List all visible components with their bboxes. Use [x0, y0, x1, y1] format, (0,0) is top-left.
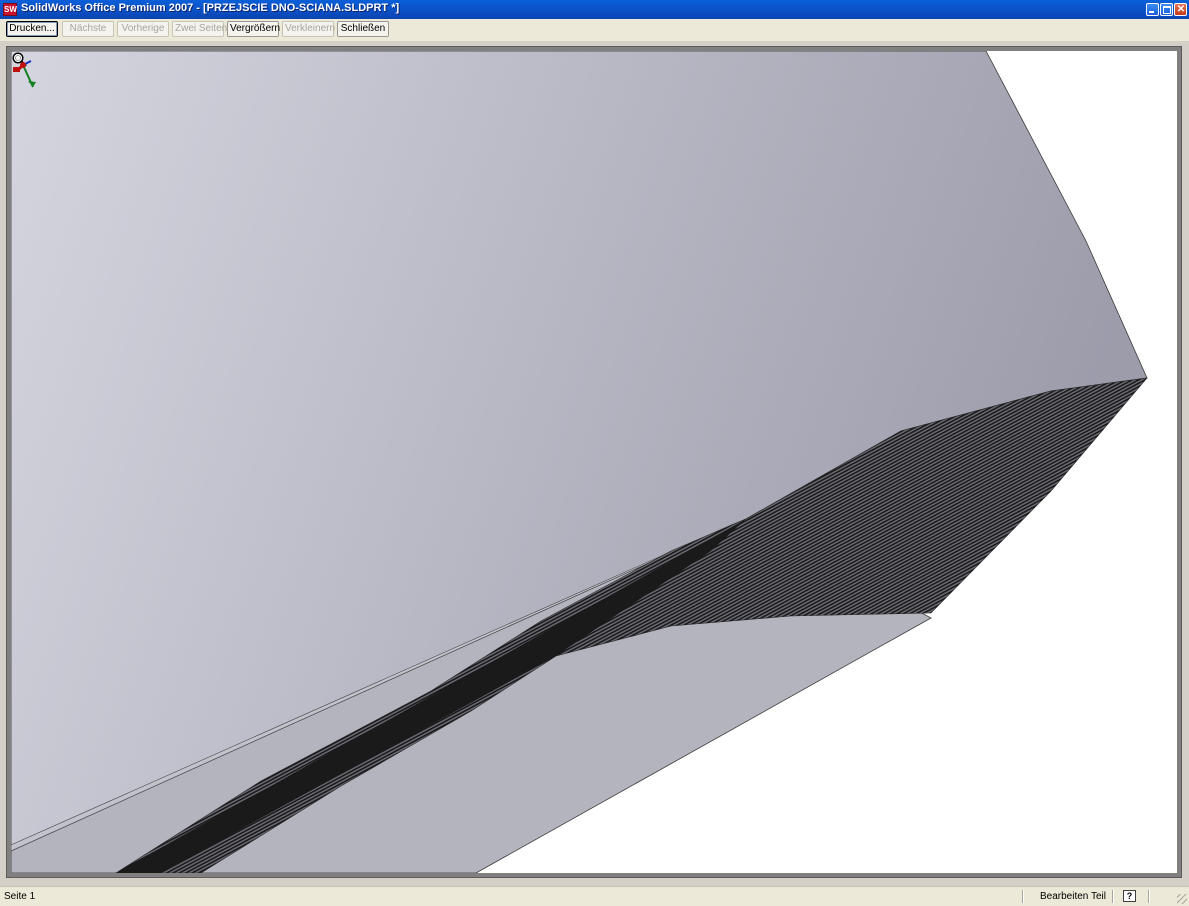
- maximize-button[interactable]: [1160, 3, 1173, 16]
- status-separator: [1022, 890, 1024, 903]
- previous-page-button[interactable]: Vorherige: [117, 21, 169, 37]
- coordinate-triad-icon: [13, 60, 36, 88]
- zoom-in-button[interactable]: Vergrößern: [227, 21, 280, 37]
- page-indicator: Seite 1: [4, 891, 36, 902]
- close-preview-button[interactable]: Schließen: [337, 21, 389, 37]
- print-button[interactable]: Drucken...: [6, 21, 58, 37]
- resize-grip[interactable]: [1177, 894, 1187, 904]
- minimize-icon: [1149, 11, 1154, 13]
- help-icon[interactable]: ?: [1123, 890, 1136, 902]
- zoom-out-button[interactable]: Verkleinern: [282, 21, 335, 37]
- two-pages-button[interactable]: Zwei Seiten: [172, 21, 227, 37]
- close-window-button[interactable]: ✕: [1174, 3, 1187, 16]
- maximize-icon: [1163, 6, 1171, 14]
- print-preview-toolbar: Drucken... Nächste Vorherige Zwei Seiten…: [0, 19, 1189, 41]
- edit-mode-indicator: Bearbeiten Teil: [1040, 891, 1106, 902]
- preview-page[interactable]: [11, 51, 1177, 873]
- close-icon: ✕: [1176, 4, 1186, 15]
- part-render: [11, 51, 1148, 873]
- window-title: SolidWorks Office Premium 2007 - [PRZEJS…: [21, 2, 400, 14]
- minimize-button[interactable]: [1146, 3, 1159, 16]
- status-separator: [1112, 890, 1114, 903]
- status-bar: Seite 1 Bearbeiten Teil ?: [0, 886, 1189, 906]
- title-bar[interactable]: SW SolidWorks Office Premium 2007 - [PRZ…: [0, 0, 1189, 19]
- next-page-button[interactable]: Nächste: [62, 21, 114, 37]
- status-separator: [1148, 890, 1150, 903]
- solidworks-logo-icon[interactable]: SW: [3, 3, 17, 16]
- preview-area[interactable]: [6, 46, 1182, 878]
